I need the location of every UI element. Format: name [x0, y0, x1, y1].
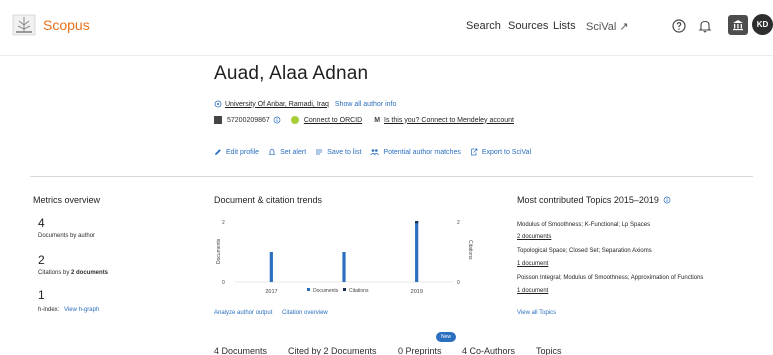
y2-tick-label: 2: [457, 220, 460, 226]
bar-documents: [415, 222, 419, 282]
h-index-value: 1: [38, 288, 45, 302]
legend-documents-label: Documents: [313, 288, 339, 294]
edit-profile-button[interactable]: Edit profile: [214, 148, 259, 156]
scopus-logo-text[interactable]: Scopus: [43, 17, 90, 33]
nav-sources-link[interactable]: Sources: [508, 20, 548, 32]
pencil-icon: [215, 149, 221, 155]
connect-orcid-link[interactable]: Connect to ORCID: [304, 117, 362, 124]
y2-tick-label: 0: [457, 280, 460, 286]
affiliation-row: University Of Anbar, Ramadi, Iraq Show a…: [214, 100, 396, 108]
tab-preprints[interactable]: 0 Preprints: [398, 346, 442, 355]
export-to-scival-button[interactable]: Export to SciVal: [470, 148, 531, 156]
author-id-row: 57200209867 Connect to ORCID M Is this y…: [214, 116, 514, 124]
location-icon: [214, 100, 222, 108]
h-index-row: h-index: View h-graph: [38, 307, 100, 313]
set-alert-button[interactable]: Set alert: [268, 148, 306, 156]
author-name: Auad, Alaa Adnan: [214, 63, 369, 84]
topic-documents-link[interactable]: 2 documents: [517, 234, 551, 240]
user-avatar[interactable]: KD: [752, 14, 773, 35]
scopus-id-icon: [214, 116, 222, 124]
topic-name: Topological Space; Closed Set; Separatio…: [517, 248, 652, 254]
legend-citations-swatch: [343, 288, 346, 291]
export-icon: [470, 148, 478, 156]
bell-icon[interactable]: [697, 18, 713, 34]
y-tick-label: 0: [222, 280, 225, 286]
new-badge: New: [436, 332, 456, 342]
citations-label: Citations by 2 documents: [38, 270, 109, 276]
help-icon[interactable]: [671, 18, 687, 34]
tab-cited-by[interactable]: Cited by 2 Documents: [288, 346, 377, 355]
trends-chart: 0 2 0 2 Documents Citations 2017 2019 Documents C…: [213, 212, 475, 304]
orcid-icon: [290, 116, 299, 124]
show-all-author-info-link[interactable]: Show all author info: [335, 101, 396, 108]
marker-citations: [415, 221, 419, 224]
topic-name: Poisson Integral; Modulus of Smoothness;…: [517, 275, 704, 281]
nav-search-link[interactable]: Search: [466, 20, 501, 32]
chart-links: Analyze author output Citation overview: [214, 310, 328, 316]
view-all-topics-link[interactable]: View all Topics: [517, 310, 556, 316]
nav-lists-link[interactable]: Lists: [553, 20, 576, 32]
author-actions: Edit profile Set alert Save to list Pote…: [214, 148, 540, 156]
topic-documents-link[interactable]: 1 document: [517, 261, 548, 267]
bar-documents: [342, 252, 346, 282]
view-h-graph-link[interactable]: View h-graph: [64, 307, 99, 313]
y-tick-label: 2: [222, 220, 225, 226]
institution-button[interactable]: [728, 15, 748, 35]
metrics-overview-title: Metrics overview: [33, 195, 101, 205]
x-tick-label: 2019: [411, 289, 423, 295]
top-bar: Scopus Search Sources Lists SciVal ↗ KD: [0, 0, 773, 56]
topic-name: Modulus of Smoothness; K-Functional; Lp …: [517, 222, 651, 228]
topic-documents-link[interactable]: 1 document: [517, 288, 548, 294]
legend-citations-label: Citations: [349, 288, 369, 294]
affiliation-link[interactable]: University Of Anbar, Ramadi, Iraq: [225, 101, 329, 108]
documents-label: Documents by author: [38, 233, 96, 239]
info-icon[interactable]: [663, 196, 671, 204]
institution-icon: [733, 20, 743, 31]
save-to-list-button[interactable]: Save to list: [315, 148, 361, 156]
nav-scival-link[interactable]: SciVal ↗: [586, 20, 629, 33]
citations-count: 2: [38, 253, 45, 267]
potential-author-matches-button[interactable]: Potential author matches: [370, 148, 461, 156]
tab-topics[interactable]: Topics: [536, 346, 562, 355]
y2-axis-label: Citations: [467, 240, 473, 260]
mendeley-link[interactable]: Is this you? Connect to Mendeley account: [384, 117, 514, 124]
citation-overview-link[interactable]: Citation overview: [282, 310, 328, 316]
bar-documents: [269, 252, 273, 282]
section-divider: [30, 176, 753, 177]
mendeley-icon: M: [374, 116, 381, 124]
list-icon: [316, 149, 323, 155]
trends-title: Document & citation trends: [214, 195, 323, 205]
scopus-id: 57200209867: [227, 116, 270, 124]
y-axis-label: Documents: [216, 238, 222, 264]
trends-chart-svg: 0 2 0 2 Documents Citations 2017 2019 Documents C…: [216, 220, 473, 295]
elsevier-logo-icon[interactable]: [12, 14, 36, 36]
topics-title: Most contributed Topics 2015–2019: [517, 195, 671, 205]
tab-co-authors[interactable]: 4 Co-Authors: [462, 346, 515, 355]
people-icon: [370, 149, 380, 156]
x-tick-label: 2017: [265, 289, 277, 295]
legend-documents-swatch: [307, 288, 310, 291]
bell-icon: [268, 149, 276, 155]
documents-count: 4: [38, 216, 45, 230]
analyze-author-output-link[interactable]: Analyze author output: [214, 310, 272, 316]
tab-documents[interactable]: 4 Documents: [214, 346, 267, 355]
info-icon[interactable]: [273, 116, 281, 124]
